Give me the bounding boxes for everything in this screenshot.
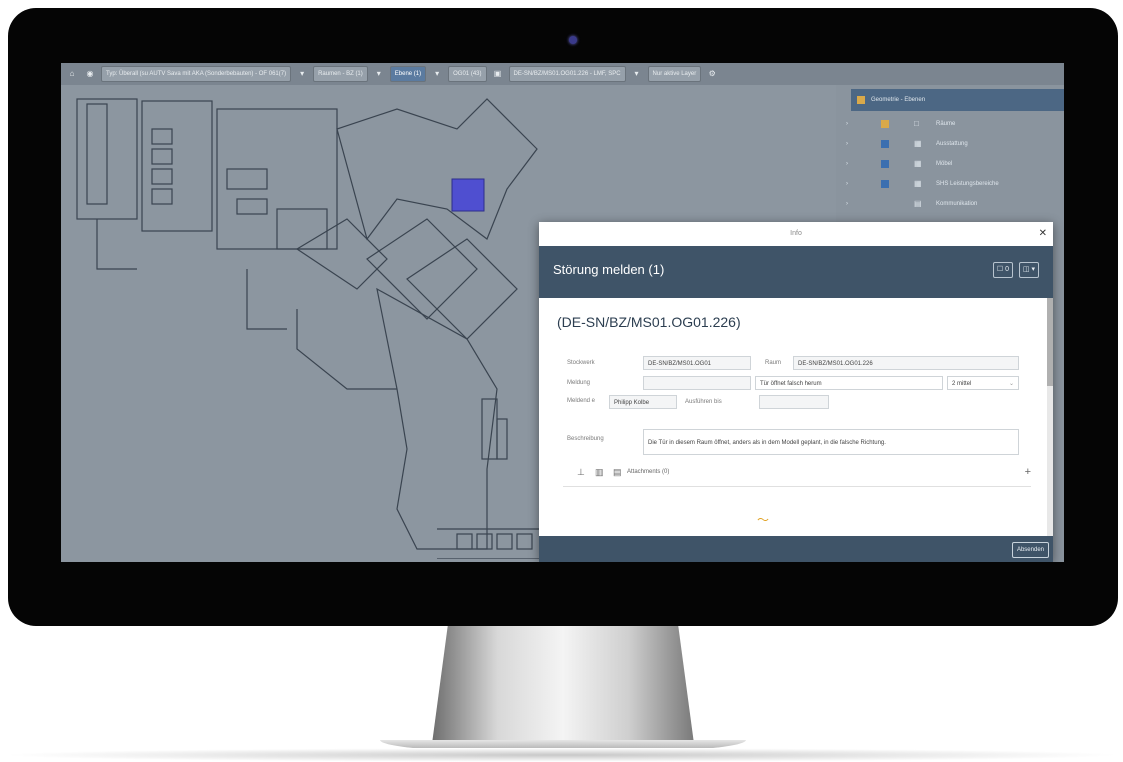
priority-select[interactable]: 2 mittel ⌄ bbox=[947, 376, 1019, 390]
dialog-window-title: Info bbox=[539, 222, 1053, 246]
meldende-label: Meldend e bbox=[567, 398, 596, 404]
layer-filter-select[interactable]: Nur aktive Layer bbox=[647, 66, 702, 82]
service-icon: ▦ bbox=[914, 179, 922, 188]
chevron-down-icon: ⌄ bbox=[1008, 381, 1014, 387]
comment-icon: ☐ bbox=[996, 266, 1004, 273]
ausfuehren-field[interactable] bbox=[759, 395, 829, 409]
furniture-icon: ▦ bbox=[914, 159, 922, 168]
raum-field[interactable]: DE-SN/BZ/MS01.OG01.226 bbox=[793, 356, 1019, 370]
priority-value: 2 mittel bbox=[952, 381, 972, 387]
add-attachment-button[interactable]: + bbox=[1025, 466, 1031, 478]
layer-item-label: Möbel bbox=[936, 161, 953, 167]
meldung-field[interactable] bbox=[643, 376, 751, 390]
divider bbox=[563, 486, 1031, 487]
layer-item-label: Räume bbox=[936, 121, 956, 127]
chevron-down-icon[interactable]: ▾ bbox=[430, 67, 444, 81]
dialog-footer: Absenden bbox=[539, 536, 1053, 562]
layer-group-label: Geometrie - Ebenen bbox=[871, 97, 926, 103]
chevron-down-icon[interactable]: ▾ bbox=[630, 67, 644, 81]
meldende-field[interactable]: Philipp Kolbe bbox=[609, 395, 677, 409]
top-toolbar: ⌂ ◉ Typ: Überall (su AUTV Sava mit AKA (… bbox=[61, 63, 1064, 85]
app-screen: ⌂ ◉ Typ: Überall (su AUTV Sava mit AKA (… bbox=[61, 63, 1064, 562]
comments-button[interactable]: ☐ 0 bbox=[992, 262, 1013, 278]
stockwerk-label: Stockwerk bbox=[567, 360, 595, 366]
checkbox-icon[interactable] bbox=[881, 180, 889, 188]
raum-label: Raum bbox=[765, 360, 782, 366]
ausfuehren-label: Ausführen bis bbox=[685, 399, 722, 405]
communication-icon: ▤ bbox=[914, 199, 922, 208]
equipment-icon: ▦ bbox=[914, 139, 922, 148]
problem-field[interactable]: Tür öffnet falsch herum bbox=[755, 376, 943, 390]
room-icon: □ bbox=[914, 119, 919, 128]
chevron-right-icon[interactable]: › bbox=[846, 115, 848, 133]
filter-chip-floor[interactable]: OG01 (43) bbox=[448, 66, 487, 82]
chevron-down-icon[interactable]: ▾ bbox=[372, 67, 386, 81]
layer-item[interactable]: › ▦ Ausstattung bbox=[836, 135, 1064, 153]
chevron-right-icon[interactable]: › bbox=[846, 195, 848, 213]
eye-icon[interactable]: ◉ bbox=[83, 67, 97, 81]
chevron-right-icon[interactable]: › bbox=[846, 135, 848, 153]
scrollbar-thumb[interactable] bbox=[1047, 298, 1053, 386]
chevron-right-icon[interactable]: › bbox=[846, 155, 848, 173]
chevron-right-icon[interactable]: › bbox=[846, 175, 848, 193]
attachments-label: Attachments (0) bbox=[627, 469, 670, 475]
folder-icon[interactable]: ▥ bbox=[595, 467, 604, 478]
checkbox-icon[interactable] bbox=[881, 120, 889, 128]
beschreibung-field[interactable]: Die Tür in diesem Raum öffnet, anders al… bbox=[643, 429, 1019, 455]
beschreibung-label: Beschreibung bbox=[567, 436, 604, 442]
monitor-stand bbox=[432, 626, 694, 744]
chevron-down-icon[interactable]: ▾ bbox=[295, 67, 309, 81]
filter-chip-type[interactable]: Typ: Überall (su AUTV Sava mit AKA (Sond… bbox=[101, 66, 292, 82]
layer-item[interactable]: › □ Räume bbox=[836, 115, 1064, 133]
layer-item-label: SHS Leistungsbereiche bbox=[936, 181, 999, 187]
chevron-down-icon: ▾ bbox=[1031, 266, 1035, 273]
report-fault-dialog: Info ✕ Störung melden (1) ☐ 0 ◫ ▾ (DE-SN… bbox=[539, 222, 1053, 562]
dialog-header-title: Störung melden (1) bbox=[553, 262, 665, 277]
upload-icon[interactable]: ⊥ bbox=[577, 467, 585, 478]
attachments-toolbar: ⊥ ▥ ▤ Attachments (0) + bbox=[563, 466, 1031, 482]
delete-icon[interactable]: ▤ bbox=[613, 467, 622, 478]
camera-icon: ◫ bbox=[1022, 266, 1030, 273]
floor-shadow bbox=[0, 748, 1123, 762]
layer-item[interactable]: › ▦ Möbel bbox=[836, 155, 1064, 173]
comments-count: 0 bbox=[1005, 266, 1009, 273]
close-icon[interactable]: ✕ bbox=[1039, 227, 1047, 241]
empty-state-illustration: 〜 bbox=[757, 513, 770, 527]
stockwerk-field[interactable]: DE-SN/BZ/MS01.OG01 bbox=[643, 356, 751, 370]
layer-item[interactable]: › ▤ Kommunikation bbox=[836, 195, 1064, 213]
model-path-select[interactable]: DE-SN/BZ/MS01.OG01.226 - LMF, SPC bbox=[508, 66, 626, 82]
layer-item-label: Kommunikation bbox=[936, 201, 978, 207]
camera-icon bbox=[569, 36, 577, 44]
settings-icon[interactable]: ⚙ bbox=[705, 67, 719, 81]
dialog-header: Störung melden (1) ☐ 0 ◫ ▾ bbox=[539, 246, 1053, 298]
checkbox-icon[interactable] bbox=[881, 160, 889, 168]
send-button[interactable]: Absenden bbox=[1011, 542, 1049, 558]
filter-chip-rooms[interactable]: Raumen - BZ (1) bbox=[313, 66, 368, 82]
meldung-label: Meldung bbox=[567, 380, 591, 386]
actions-menu-button[interactable]: ◫ ▾ bbox=[1018, 262, 1039, 278]
layer-group-header[interactable]: Geometrie - Ebenen bbox=[851, 89, 1064, 111]
layers-icon[interactable]: ▣ bbox=[491, 67, 505, 81]
highlighted-room[interactable] bbox=[451, 178, 485, 212]
filter-chip-level[interactable]: Ebene (1) bbox=[389, 66, 427, 82]
checkbox-icon[interactable] bbox=[881, 140, 889, 148]
home-icon[interactable]: ⌂ bbox=[65, 67, 79, 81]
layer-item-label: Ausstattung bbox=[936, 141, 968, 147]
checkbox-icon[interactable] bbox=[857, 96, 865, 104]
layer-item[interactable]: › ▦ SHS Leistungsbereiche bbox=[836, 175, 1064, 193]
object-title: (DE-SN/BZ/MS01.OG01.226) bbox=[557, 314, 741, 330]
